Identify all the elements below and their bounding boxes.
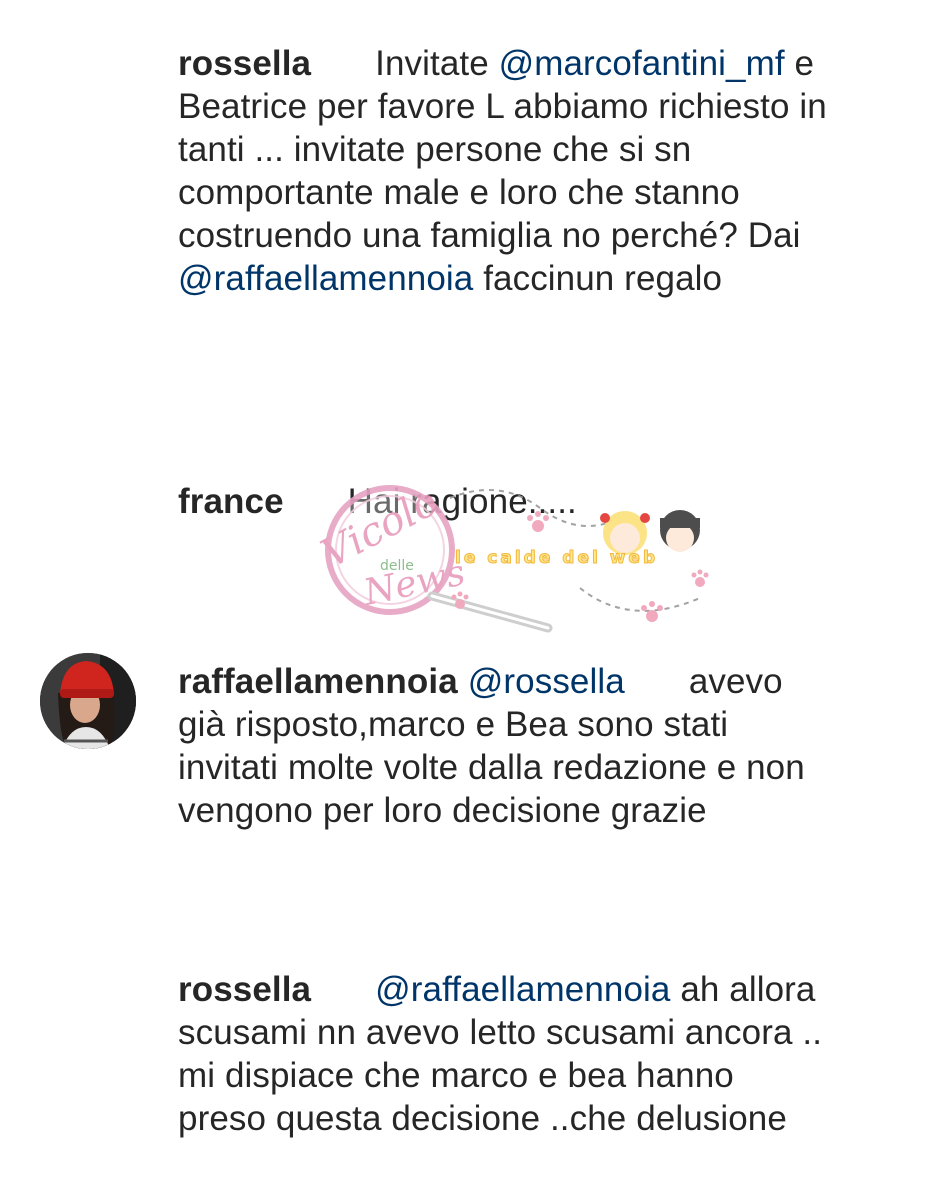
comment-text: Invitate bbox=[375, 44, 499, 83]
watermark-subtitle: le calde del web bbox=[454, 548, 659, 569]
comment-item: rossella Invitate @marcofantini_mf e Beat… bbox=[178, 42, 828, 300]
watermark-logo-line2: delle bbox=[380, 558, 414, 574]
comment-username[interactable]: raffaellamennoia bbox=[178, 662, 458, 701]
comment-text: Hai ragione..... bbox=[347, 482, 577, 521]
comment-item: france Hai ragione..... bbox=[178, 480, 828, 523]
mention-link[interactable]: @marcofantini_mf bbox=[499, 44, 785, 83]
comment-text: faccinun regalo bbox=[473, 259, 723, 298]
mention-link[interactable]: @raffaellamennoia bbox=[178, 259, 473, 298]
mention-link[interactable]: @rossella bbox=[468, 662, 625, 701]
avatar-icon bbox=[40, 653, 136, 749]
comment-item: rossella @raffaellamennoia ah allora scus… bbox=[178, 968, 828, 1140]
comment-item: raffaellamennoia @rossella avevo già rispo… bbox=[178, 660, 828, 832]
comment-username[interactable]: france bbox=[178, 482, 284, 521]
mention-link[interactable]: @raffaellamennoia bbox=[375, 970, 670, 1009]
comment-username[interactable]: rossella bbox=[178, 970, 311, 1009]
comment-username[interactable]: rossella bbox=[178, 44, 311, 83]
user-avatar[interactable] bbox=[40, 653, 136, 749]
watermark-logo-line3: News bbox=[359, 552, 468, 614]
